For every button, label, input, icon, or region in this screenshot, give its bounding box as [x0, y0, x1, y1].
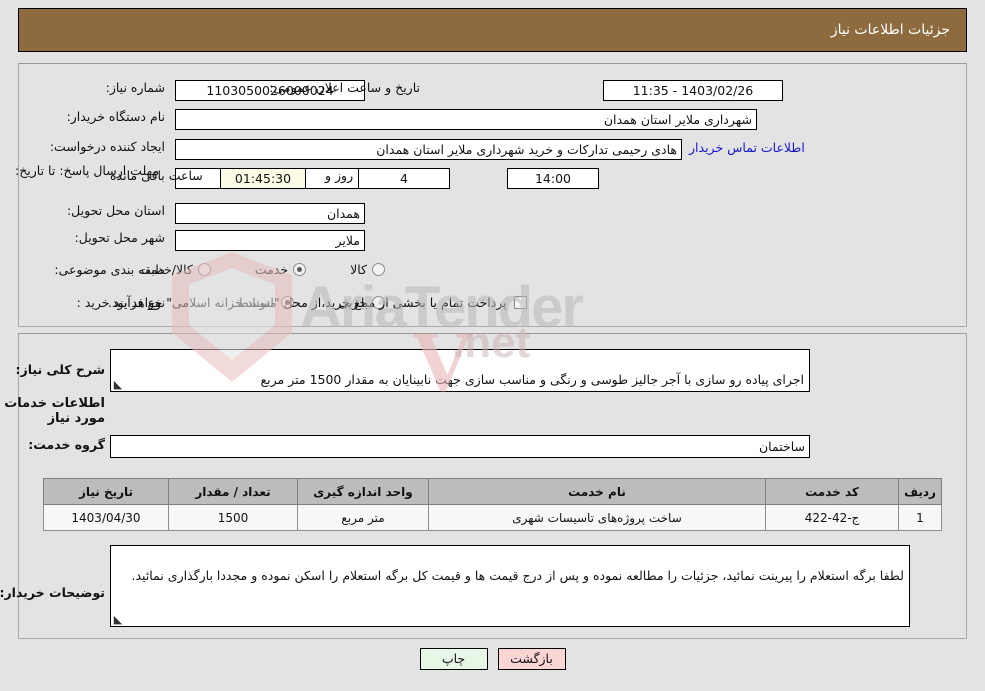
table-cell-2: ساخت پروژه‌های تاسیسات شهری — [428, 504, 766, 531]
service-group-label: گروه خدمت: — [28, 437, 105, 452]
table-cell-1: ج-42-422 — [765, 504, 899, 531]
need-number-label: شماره نیاز: — [105, 80, 165, 95]
th-quantity: تعداد / مقدار — [168, 478, 298, 505]
category-label-2: کالا/خدمت — [138, 262, 193, 277]
table-header-row: ردیف کد خدمت نام خدمت واحد اندازه گیری ت… — [43, 478, 942, 505]
announce-datetime-label: تاریخ و ساعت اعلان عمومی: — [269, 80, 420, 95]
category-radio-2[interactable] — [197, 263, 211, 276]
table-row: 1 ج-42-422 ساخت پروژه‌های تاسیسات شهری متر … — [43, 504, 942, 531]
deadline-time-field[interactable]: 14:00 — [507, 168, 599, 189]
th-need-date: تاریخ نیاز — [43, 478, 169, 505]
table-cell-0: 1 — [898, 504, 942, 531]
general-desc-textarea[interactable]: اجرای پیاده رو سازی با آجر جالیز طوسی و … — [110, 349, 810, 392]
category-label-0: کالا — [350, 262, 367, 277]
category-radio-1[interactable] — [293, 263, 307, 276]
need-info-panel — [18, 63, 967, 327]
service-items-table: ردیف کد خدمت نام خدمت واحد اندازه گیری ت… — [43, 478, 942, 531]
delivery-province-field[interactable]: همدان — [175, 203, 365, 224]
footer-actions: بازگشت چاپ — [0, 648, 985, 670]
category-option-0[interactable]: کالا — [350, 262, 385, 277]
service-group-field[interactable]: ساختمان — [110, 435, 810, 458]
back-button[interactable]: بازگشت — [497, 648, 566, 670]
buyer-contact-link[interactable]: اطلاعات تماس خریدار — [689, 140, 805, 155]
delivery-city-field[interactable]: ملایر — [175, 230, 365, 251]
treasury-bond-option[interactable]: پرداخت تمام یا بخشی از مبلغ خرید،از محل … — [108, 295, 527, 310]
buyer-notes-label: توضیحات خریدار: — [0, 585, 105, 600]
print-button[interactable]: چاپ — [419, 648, 488, 670]
th-unit: واحد اندازه گیری — [297, 478, 429, 505]
th-radif: ردیف — [898, 478, 942, 505]
treasury-bond-checkbox[interactable] — [513, 296, 527, 309]
treasury-bond-label: پرداخت تمام یا بخشی از مبلغ خرید،از محل … — [108, 295, 507, 310]
buyer-org-field[interactable]: شهرداری ملایر استان همدان — [175, 109, 757, 130]
remaining-days-field[interactable]: 4 — [358, 168, 450, 189]
resize-grip-icon[interactable]: ◣ — [113, 379, 123, 390]
remaining-clock-field: 01:45:30 — [220, 168, 306, 189]
table-cell-3: متر مربع — [297, 504, 429, 531]
page-title-bar: جزئیات اطلاعات نیاز — [18, 8, 967, 52]
buyer-notes-value: لطفا برگه استعلام را پیرینت نمائید، جزئی… — [131, 567, 904, 583]
category-option-1[interactable]: خدمت — [254, 262, 307, 277]
remaining-clock-label: ساعت باقی مانده — [110, 168, 203, 183]
page-title: جزئیات اطلاعات نیاز — [830, 22, 950, 38]
requester-label: ایجاد کننده درخواست: — [49, 139, 165, 154]
category-option-2[interactable]: کالا/خدمت — [138, 262, 211, 277]
general-desc-value: اجرای پیاده رو سازی با آجر جالیز طوسی و … — [260, 371, 804, 391]
category-radio-group: کالا خدمت کالا/خدمت — [138, 262, 385, 277]
delivery-city-label: شهر محل تحویل: — [74, 230, 165, 245]
th-name: نام خدمت — [428, 478, 766, 505]
table-cell-4: 1500 — [168, 504, 298, 531]
announce-datetime-field[interactable]: 1403/02/26 - 11:35 — [603, 80, 783, 101]
general-desc-label: شرح کلی نیاز: — [15, 362, 105, 377]
services-section-heading: اطلاعات خدمات مورد نیاز — [4, 396, 105, 426]
remaining-days-label: روز و — [325, 168, 354, 183]
category-radio-0[interactable] — [372, 263, 385, 276]
table-cell-5: 1403/04/30 — [43, 504, 169, 531]
resize-grip-icon[interactable]: ◣ — [113, 614, 123, 625]
buyer-notes-textarea[interactable]: لطفا برگه استعلام را پیرینت نمائید، جزئی… — [110, 545, 910, 627]
category-label-1: خدمت — [254, 262, 289, 277]
th-code: کد خدمت — [765, 478, 899, 505]
delivery-province-label: استان محل تحویل: — [66, 203, 165, 218]
requester-field[interactable]: هادی رحیمی تدارکات و خرید شهرداری ملایر … — [175, 139, 682, 160]
buyer-org-label: نام دستگاه خریدار: — [66, 109, 165, 124]
